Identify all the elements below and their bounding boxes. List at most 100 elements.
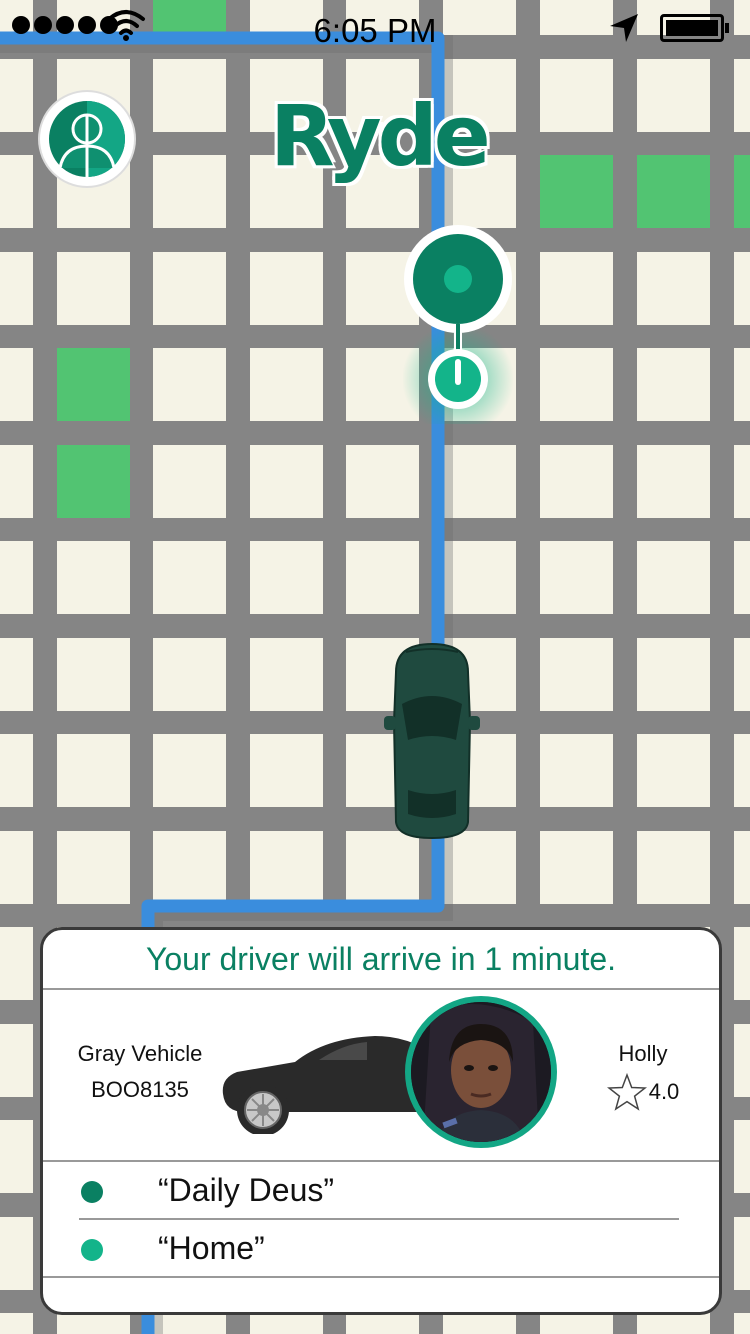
destination-dot-icon [81, 1239, 103, 1261]
map-block [250, 348, 323, 421]
map-block [540, 1313, 613, 1334]
map-park-block [57, 445, 130, 518]
map-block [443, 541, 516, 614]
vehicle-plate: BOO8135 [91, 1077, 189, 1102]
map-block [153, 541, 226, 614]
map-block [0, 59, 33, 132]
map-block [734, 1217, 750, 1290]
map-block [0, 831, 33, 904]
vehicle-description: Gray Vehicle [77, 1041, 203, 1066]
map-block [57, 638, 130, 711]
star-icon [606, 1073, 647, 1111]
driver-portrait [411, 1002, 551, 1142]
map-block [0, 541, 33, 614]
map-block [346, 541, 419, 614]
driver-avatar[interactable] [405, 996, 557, 1148]
map-park-block [540, 155, 613, 228]
map-block [637, 59, 710, 132]
map-block [540, 638, 613, 711]
map-block [734, 59, 750, 132]
profile-button[interactable] [40, 92, 134, 186]
vehicle-info: Gray Vehicle BOO8135 [55, 1036, 225, 1108]
map-block [153, 1313, 226, 1334]
map-block [153, 155, 226, 228]
driver-info: Holly 4.0 [583, 1036, 703, 1112]
map-block [734, 1313, 750, 1334]
map-block [153, 59, 226, 132]
map-block [540, 541, 613, 614]
app-logo: Ryde [270, 87, 491, 185]
map-block [57, 252, 130, 325]
map-block [734, 348, 750, 421]
map-block [153, 252, 226, 325]
map-block [637, 541, 710, 614]
driver-details: Gray Vehicle BOO8135 Holly 4.0 [43, 990, 719, 1162]
map-block [57, 734, 130, 807]
map-block [734, 638, 750, 711]
map-block [637, 638, 710, 711]
map-block [57, 1313, 130, 1334]
map-block [443, 445, 516, 518]
map-block [637, 1313, 710, 1334]
map-park-block [637, 155, 710, 228]
map-block [250, 445, 323, 518]
destination-label: “Home” [158, 1230, 265, 1266]
map-block [250, 541, 323, 614]
map-block [0, 638, 33, 711]
location-arrow-icon [610, 14, 638, 42]
map-block [0, 252, 33, 325]
map-block [0, 155, 33, 228]
map-block [540, 445, 613, 518]
map-block [0, 445, 33, 518]
map-block [0, 1024, 33, 1097]
arrival-message: Your driver will arrive in 1 minute. [43, 930, 719, 990]
map-block [346, 831, 419, 904]
destination-item[interactable]: “Daily Deus” [43, 1162, 719, 1220]
map-block [637, 348, 710, 421]
map-block [734, 541, 750, 614]
map-block [443, 831, 516, 904]
map-block [734, 445, 750, 518]
map-block [734, 252, 750, 325]
map-block [637, 831, 710, 904]
map-block [0, 1120, 33, 1193]
map-block [734, 831, 750, 904]
map-block [734, 734, 750, 807]
map-block [637, 252, 710, 325]
map-block [250, 638, 323, 711]
map-block [540, 252, 613, 325]
map-block [734, 1024, 750, 1097]
driver-name: Holly [618, 1041, 668, 1066]
map-block [443, 1313, 516, 1334]
map-block [153, 638, 226, 711]
map-block [637, 734, 710, 807]
map-block [57, 541, 130, 614]
battery-level [666, 20, 718, 36]
map-block [540, 348, 613, 421]
map-block [153, 445, 226, 518]
map-block [0, 1313, 33, 1334]
map-block [57, 831, 130, 904]
profile-icon [49, 101, 125, 182]
trip-card: Your driver will arrive in 1 minute. Gra… [40, 927, 722, 1315]
pickup-pin-icon[interactable] [403, 224, 515, 424]
map-block [540, 734, 613, 807]
map-block [637, 445, 710, 518]
map-block [250, 252, 323, 325]
destination-label: “Daily Deus” [158, 1172, 335, 1208]
map-block [734, 1120, 750, 1193]
map-block [734, 927, 750, 1000]
map-block [0, 734, 33, 807]
map-block [0, 1217, 33, 1290]
destination-dot-icon [81, 1181, 103, 1203]
rating-value: 4.0 [648, 1079, 680, 1104]
map-block [0, 927, 33, 1000]
battery-icon [660, 14, 729, 42]
map-block [0, 348, 33, 421]
map-block [153, 348, 226, 421]
map-block [540, 831, 613, 904]
destination-item[interactable]: “Home” [43, 1220, 719, 1278]
map-block [153, 734, 226, 807]
map-block [250, 831, 323, 904]
map-block [346, 1313, 419, 1334]
